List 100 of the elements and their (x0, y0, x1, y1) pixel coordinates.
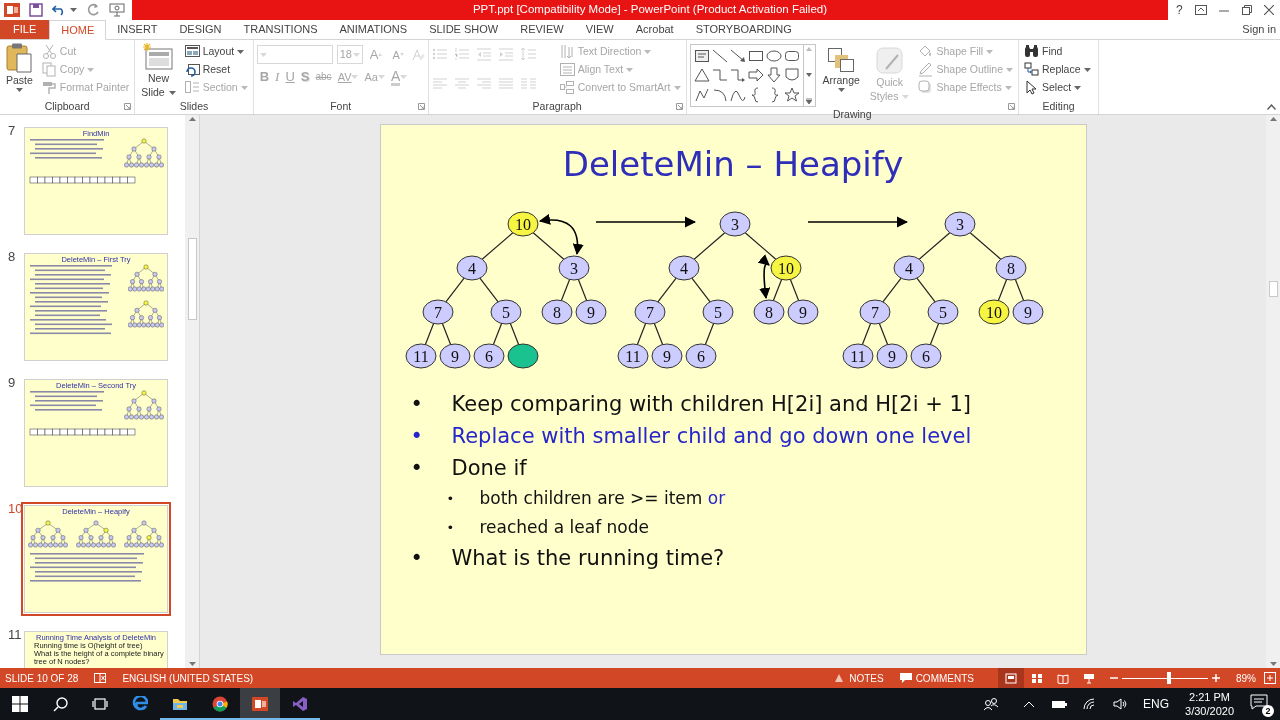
collapse-ribbon-icon[interactable] (1267, 104, 1276, 110)
scrollbar-thumb[interactable] (187, 238, 197, 320)
star-icon[interactable] (783, 86, 800, 103)
scroll-up-icon[interactable] (1269, 117, 1277, 121)
dialog-launcher-icon[interactable] (675, 103, 683, 110)
scroll-up-icon[interactable] (188, 117, 196, 121)
arrange-icon (827, 47, 856, 73)
zoom-slider-thumb[interactable] (1167, 672, 1172, 684)
ribbon-tab[interactable]: REVIEW (509, 20, 575, 39)
elbow-arrow-icon[interactable] (729, 67, 746, 84)
select-button[interactable]: Select (1022, 79, 1093, 96)
node-value: 7 (433, 303, 442, 321)
dialog-launcher-icon[interactable] (1008, 103, 1015, 110)
ribbon-tab[interactable]: INSERT (106, 20, 169, 39)
presentation-icon[interactable] (109, 3, 125, 17)
input-language[interactable]: ENG (1143, 695, 1170, 713)
scroll-down-icon[interactable] (1269, 662, 1277, 666)
tree-drawing (128, 264, 164, 292)
slide-number: 11 (7, 628, 21, 644)
tree-edge (929, 322, 939, 346)
scissors-icon (41, 44, 57, 59)
zoom-in-icon[interactable] (1212, 674, 1220, 682)
replace-button[interactable]: Replace (1022, 61, 1093, 78)
ribbon-tab[interactable]: DESIGN (168, 20, 233, 39)
ribbon-tab[interactable]: ANIMATIONS (328, 20, 419, 39)
clock-time[interactable]: 2:21 PM (1189, 690, 1230, 704)
comments-button[interactable]: COMMENTS (899, 670, 974, 686)
undo-icon[interactable] (52, 4, 66, 16)
language-indicator[interactable]: ENGLISH (UNITED STATES) (122, 670, 254, 686)
arrange-button[interactable]: Arrange (819, 43, 863, 107)
help-button[interactable]: ? (1176, 1, 1183, 19)
show-hidden-icons-icon[interactable] (1023, 700, 1036, 708)
restore-icon[interactable] (1241, 5, 1252, 15)
taskbar-button[interactable] (240, 688, 280, 720)
tree-edge (560, 278, 570, 302)
tree-edge (915, 277, 936, 303)
people-icon[interactable] (983, 697, 1000, 711)
text-box-icon[interactable] (693, 48, 710, 64)
volume-icon[interactable] (1113, 698, 1128, 710)
arc-icon[interactable] (711, 86, 728, 103)
fit-slide-icon[interactable] (1264, 672, 1276, 684)
zoom-out-icon[interactable] (1110, 674, 1118, 682)
ribbon-tab[interactable]: STORYBOARDING (684, 20, 803, 39)
tree-edge (481, 232, 513, 260)
bullet-marker: • (410, 392, 423, 416)
ribbon-tab[interactable]: Acrobat (624, 20, 685, 39)
node-value: 10 (985, 303, 1002, 321)
down-arrow-icon[interactable] (765, 67, 782, 84)
node-value: 4 (679, 259, 688, 277)
ribbon-display-icon[interactable] (1195, 5, 1207, 15)
text-direction-icon (559, 44, 575, 59)
notification-icon[interactable] (1250, 694, 1268, 710)
clock-date[interactable]: 3/30/2020 (1185, 704, 1234, 718)
rounded-rectangle-icon[interactable] (783, 48, 800, 64)
notification-count: 2 (1262, 705, 1274, 717)
scroll-down-icon[interactable] (806, 72, 812, 77)
sign-in-link[interactable]: Sign in (1242, 21, 1280, 38)
rectangle-icon[interactable] (747, 48, 764, 64)
line-icon[interactable] (711, 48, 728, 64)
node-value: 10 (514, 215, 531, 233)
caret-icon (351, 75, 359, 79)
view-button[interactable] (998, 668, 1024, 688)
ribbon-tab[interactable]: SLIDE SHOW (418, 20, 510, 39)
ribbon-tab[interactable]: VIEW (574, 20, 625, 39)
caret-icon (168, 90, 176, 95)
notes-button[interactable]: NOTES (834, 670, 884, 686)
more-icon[interactable] (806, 98, 812, 104)
paste-button[interactable]: Paste (3, 43, 36, 99)
caret-icon (70, 8, 77, 12)
scroll-down-icon[interactable] (188, 662, 196, 666)
scrollbar[interactable] (185, 115, 199, 668)
window-title: PPT.ppt [Compatibility Mode] - PowerPoint (Product Activation Failed) (472, 2, 828, 18)
oval-icon[interactable] (765, 48, 782, 64)
save-icon[interactable] (29, 3, 43, 17)
new-slide-button[interactable]: New Slide (138, 43, 179, 99)
spell-check-icon[interactable] (94, 673, 107, 683)
flowchart-icon[interactable] (783, 67, 800, 84)
dialog-launcher-icon[interactable] (417, 103, 425, 110)
group-label: Font (330, 98, 352, 114)
freeform-icon[interactable] (693, 86, 710, 103)
align-text-icon (559, 62, 575, 77)
battery-icon[interactable] (1051, 699, 1068, 709)
zoom-level[interactable]: 89% (1236, 670, 1256, 686)
ribbon-tab[interactable]: FILE (0, 20, 50, 39)
arrow-icon[interactable] (729, 48, 746, 64)
find-button[interactable]: Find (1022, 43, 1093, 60)
ribbon-tab[interactable]: HOME (49, 20, 107, 40)
caret-icon (986, 49, 994, 54)
scrollbar[interactable] (1266, 115, 1280, 668)
scrollbar-thumb[interactable] (1268, 281, 1278, 297)
ribbon-tab[interactable]: TRANSITIONS (232, 20, 329, 39)
right-arrow-icon[interactable] (747, 67, 764, 84)
reset-button[interactable]: Reset (182, 61, 250, 78)
redo-icon[interactable] (86, 3, 100, 17)
triangle-icon[interactable] (693, 67, 710, 84)
node-value: 9 (450, 347, 459, 365)
group-label: Clipboard (44, 98, 90, 114)
dialog-launcher-icon[interactable] (124, 103, 132, 110)
layout-button[interactable]: Layout (182, 43, 250, 60)
close-icon[interactable] (1264, 5, 1274, 15)
